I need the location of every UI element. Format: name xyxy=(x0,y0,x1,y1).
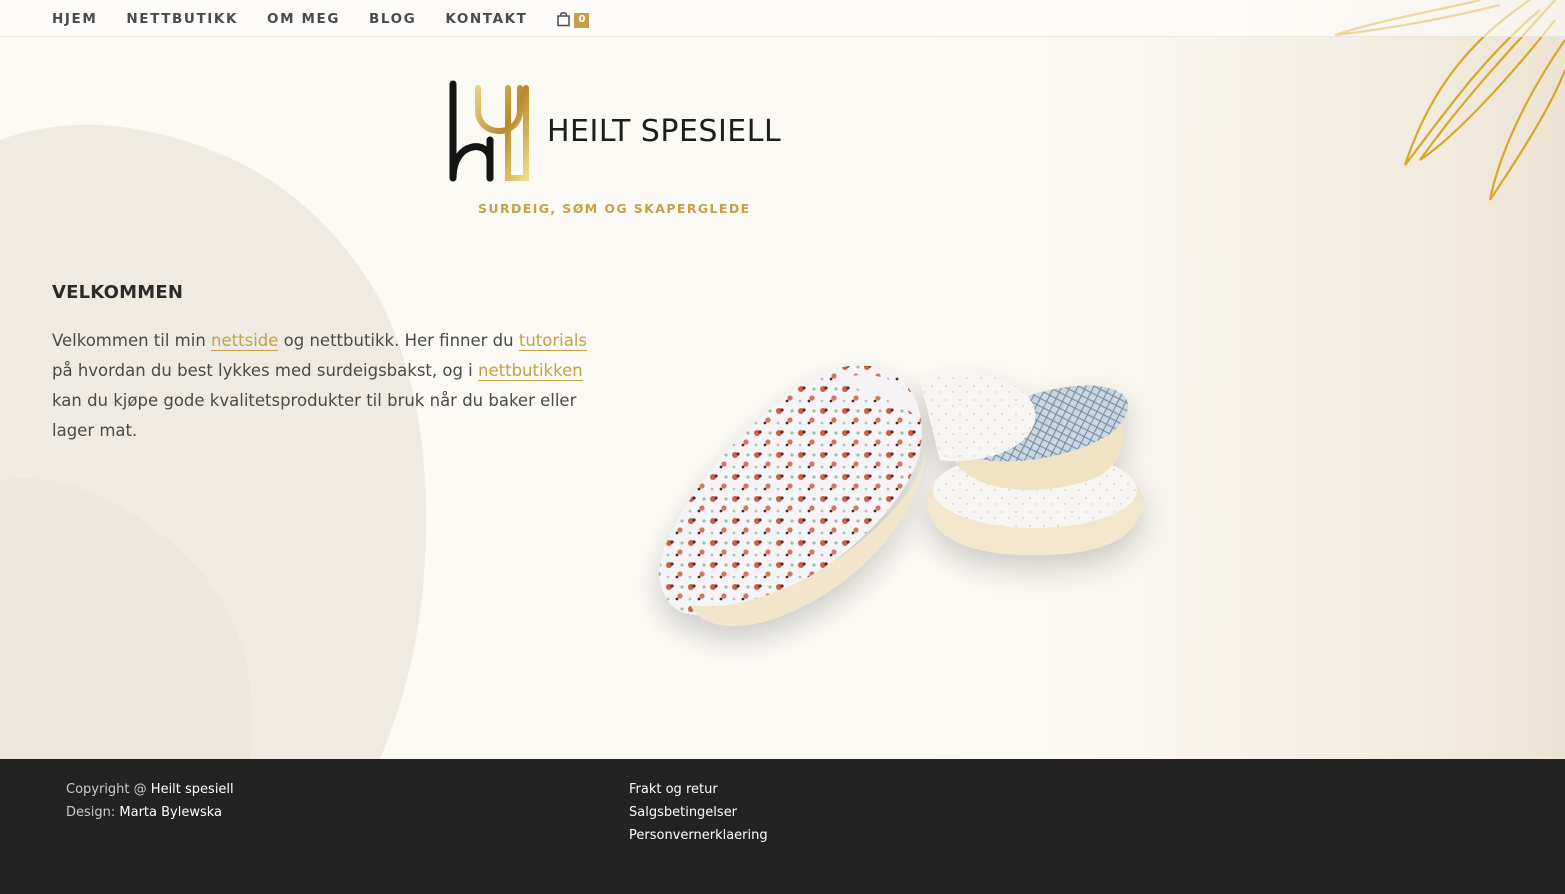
welcome-text-1: Velkommen til min xyxy=(52,331,212,350)
footer-link-frakt-og-retur[interactable]: Frakt og retur xyxy=(629,778,768,801)
nav-item-nettbutikk[interactable]: NETTBUTIKK xyxy=(126,10,238,28)
cart-count-badge: 0 xyxy=(574,13,590,28)
nav-item-blog[interactable]: BLOG xyxy=(369,10,416,28)
copyright-label: Copyright @ xyxy=(66,782,151,797)
design-line: Design: Marta Bylewska xyxy=(66,801,234,824)
logo-mark-icon xyxy=(449,80,529,182)
footer-credits: Copyright @ Heilt spesiell Design: Marta… xyxy=(66,778,234,824)
footer: Copyright @ Heilt spesiell Design: Marta… xyxy=(0,759,1565,894)
logo-text: HEILT SPESIELL xyxy=(547,114,782,149)
proofing-baskets-image xyxy=(659,365,1143,626)
designer-link[interactable]: Marta Bylewska xyxy=(119,805,222,820)
copyright-line: Copyright @ Heilt spesiell xyxy=(66,778,234,801)
footer-link-personvernerklaering[interactable]: Personvernerklaering xyxy=(629,824,768,847)
footer-link-salgsbetingelser[interactable]: Salgsbetingelser xyxy=(629,801,768,824)
welcome-text-3: på hvordan du best lykkes med surdeigsba… xyxy=(52,361,479,380)
nav-item-kontakt[interactable]: KONTAKT xyxy=(445,10,527,28)
cart-button[interactable]: 0 xyxy=(556,9,590,28)
nav-item-hjem[interactable]: HJEM xyxy=(52,10,97,28)
welcome-paragraph: Velkommen til min nettside og nettbutikk… xyxy=(52,326,592,446)
nettside-link[interactable]: nettside xyxy=(211,331,279,351)
logo-tagline: SURDEIG, SØM OG SKAPERGLEDE xyxy=(478,201,751,216)
nav-item-om-meg[interactable]: OM MEG xyxy=(267,10,340,28)
design-label: Design: xyxy=(66,805,120,820)
copyright-value: Heilt spesiell xyxy=(150,782,234,797)
shopping-bag-icon xyxy=(557,11,571,26)
nav-menu: HJEM NETTBUTIKK OM MEG BLOG KONTAKT 0 xyxy=(52,9,590,28)
nettbutikken-link[interactable]: nettbutikken xyxy=(478,361,583,381)
tutorials-link[interactable]: tutorials xyxy=(518,331,588,351)
welcome-heading: VELKOMMEN xyxy=(52,282,184,303)
top-navigation: HJEM NETTBUTIKK OM MEG BLOG KONTAKT 0 xyxy=(0,0,1565,37)
welcome-text-4: kan du kjøpe gode kvalitetsprodukter til… xyxy=(52,391,577,440)
site-logo[interactable]: HEILT SPESIELL SURDEIG, SØM OG SKAPERGLE… xyxy=(448,80,788,220)
footer-links: Frakt og retur Salgsbetingelser Personve… xyxy=(629,778,768,847)
welcome-text-2: og nettbutikk. Her finner du xyxy=(278,331,519,350)
